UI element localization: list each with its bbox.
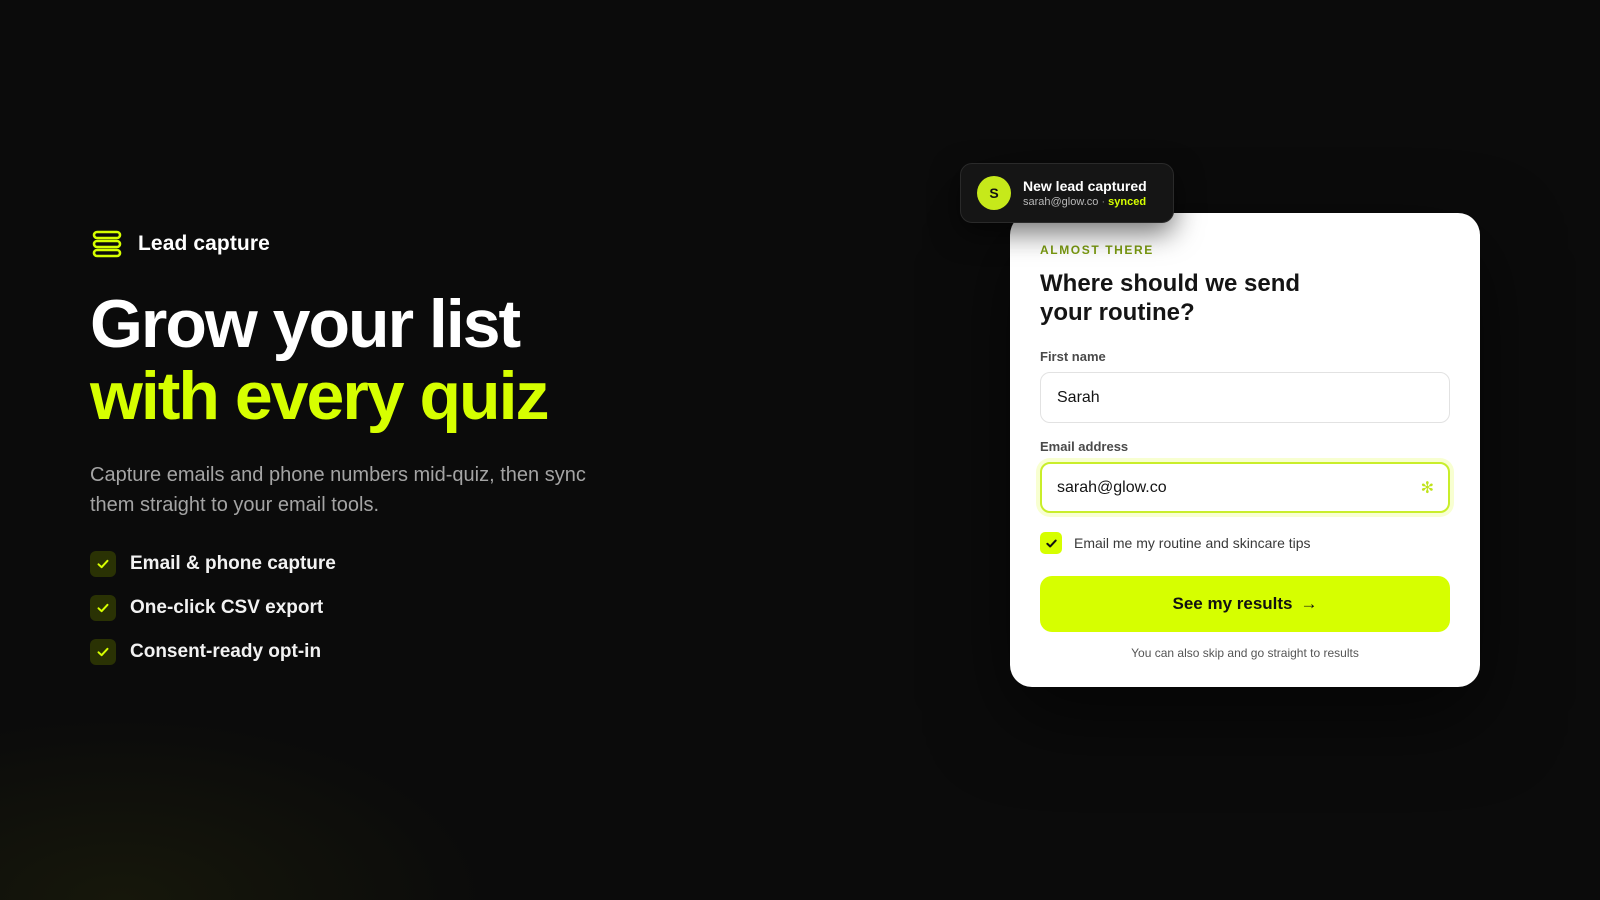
first-name-label: First name <box>1040 349 1106 364</box>
toast-text: New lead captured sarah@glow.co · synced <box>1023 177 1147 210</box>
feature-item: One-click CSV export <box>90 594 730 622</box>
lead-form-card: ALMOST THERE Where should we send your r… <box>1010 213 1480 687</box>
arrow-right-icon: → <box>1300 594 1318 613</box>
consent-checkbox[interactable] <box>1040 532 1062 554</box>
headline: Grow your list with every quiz <box>90 288 730 432</box>
email-label: Email address <box>1040 439 1129 454</box>
consent-label: Email me my routine and skincare tips <box>1074 535 1311 551</box>
first-name-field-wrapper <box>1040 372 1450 423</box>
feature-label: Consent-ready opt-in <box>130 641 322 662</box>
email-field-wrapper: ✻ <box>1040 462 1450 513</box>
toast-separator: · <box>1101 195 1106 208</box>
check-icon <box>90 595 116 621</box>
sparkle-icon: ✻ <box>1420 479 1434 497</box>
feature-list: Email & phone capture One-click CSV expo… <box>90 550 730 666</box>
first-name-input[interactable] <box>1041 373 1449 422</box>
consent-row[interactable]: Email me my routine and skincare tips <box>1040 532 1450 554</box>
toast-email: sarah@glow.co <box>1023 195 1099 208</box>
check-icon <box>1045 539 1057 547</box>
sync-status: synced <box>1108 195 1147 208</box>
feature-label: One-click CSV export <box>130 597 324 618</box>
toast-title: New lead captured <box>1023 177 1147 194</box>
headline-line-2: with every quiz <box>90 358 549 434</box>
hero-subtext: Capture emails and phone numbers mid-qui… <box>90 464 586 516</box>
eyebrow: Lead capture <box>90 226 730 262</box>
feature-item: Consent-ready opt-in <box>90 638 730 666</box>
feature-item: Email & phone capture <box>90 550 730 578</box>
skip-text[interactable]: You can also skip and go straight to res… <box>1040 646 1450 660</box>
toast-subline: sarah@glow.co · synced <box>1023 195 1147 210</box>
check-icon <box>90 551 116 577</box>
page: Lead capture Grow your list with every q… <box>0 0 1600 900</box>
lead-captured-toast: S New lead captured sarah@glow.co · sync… <box>960 163 1174 223</box>
card-title: Where should we send your routine? <box>1040 270 1301 326</box>
see-results-button[interactable]: See my results → <box>1040 576 1450 632</box>
card-eyebrow: ALMOST THERE <box>1040 243 1154 257</box>
check-icon <box>90 639 116 665</box>
eyebrow-label: Lead capture <box>138 232 270 255</box>
cta-label: See my results <box>1172 594 1293 613</box>
email-input[interactable] <box>1042 464 1448 511</box>
stack-icon <box>90 227 124 261</box>
feature-label: Email & phone capture <box>130 553 336 574</box>
hero-section: Lead capture Grow your list with every q… <box>90 226 730 682</box>
avatar: S <box>977 176 1011 210</box>
headline-line-1: Grow your list <box>90 286 521 362</box>
